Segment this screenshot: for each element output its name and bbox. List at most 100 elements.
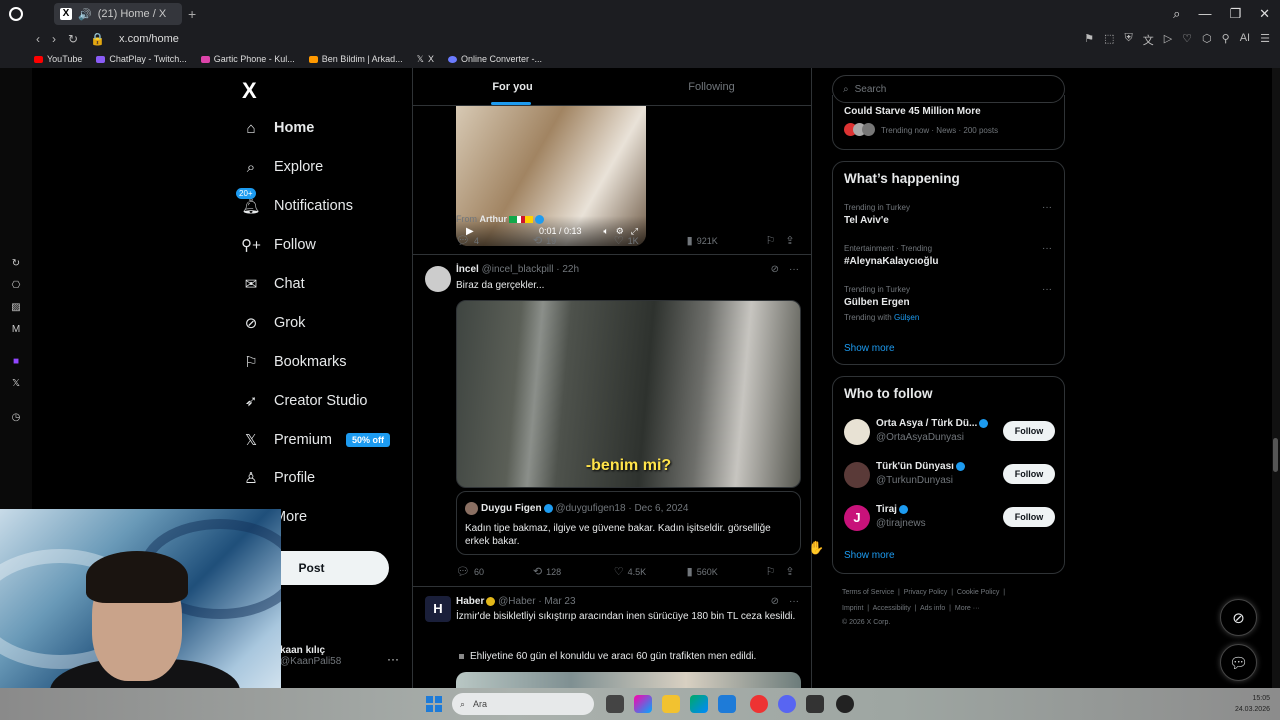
menu-icon[interactable]: ☰ bbox=[1260, 32, 1270, 48]
more-icon[interactable]: ··· bbox=[1042, 202, 1052, 213]
bookmark-online-converter[interactable]: Online Converter -... bbox=[447, 54, 542, 64]
author-name[interactable]: İncel bbox=[456, 264, 479, 275]
messages-fab-button[interactable]: 💬︎ bbox=[1220, 644, 1257, 681]
tab-for-you[interactable]: For you bbox=[413, 68, 612, 105]
taskbar-search-input[interactable]: Ara bbox=[473, 699, 487, 709]
nav-grok[interactable]: ⊘ Grok bbox=[242, 314, 306, 332]
footer-link[interactable]: Cookie Policy bbox=[957, 589, 999, 596]
footer-link[interactable]: Accessibility bbox=[873, 605, 911, 612]
trend-item[interactable]: Gülben Ergen bbox=[844, 297, 910, 308]
app-icon[interactable] bbox=[836, 695, 854, 713]
bookmark-benbildim[interactable]: Ben Bildim | Arkad... bbox=[308, 54, 403, 64]
grok-icon[interactable]: ⊘ bbox=[771, 264, 779, 275]
nav-bookmarks[interactable]: ⚐ Bookmarks bbox=[242, 353, 346, 371]
trend-item[interactable]: #AleynaKalaycıoğlu bbox=[844, 256, 938, 267]
search-input[interactable]: Search bbox=[855, 84, 887, 95]
copilot-icon[interactable] bbox=[634, 695, 652, 713]
bookmark-button[interactable]: ⚐ bbox=[766, 234, 786, 247]
ai-button[interactable]: AI bbox=[1240, 32, 1250, 48]
top-trend-card[interactable]: Could Starve 45 Million More Trending no… bbox=[832, 95, 1065, 150]
x-sidebar-icon[interactable]: 𝕏 bbox=[10, 378, 22, 390]
post-image[interactable] bbox=[456, 672, 801, 688]
bookmark-button[interactable]: ⚐ bbox=[766, 565, 786, 578]
post-video[interactable]: -benim mi? bbox=[456, 300, 801, 488]
follow-account-name[interactable]: Orta Asya / Türk Dü... bbox=[876, 418, 989, 429]
bookmark-youtube[interactable]: YouTube bbox=[34, 54, 82, 64]
task-view-icon[interactable] bbox=[606, 695, 624, 713]
more-icon[interactable]: ··· bbox=[1042, 243, 1052, 254]
search-icon[interactable]: ⌕ bbox=[1173, 6, 1180, 22]
edge-icon[interactable] bbox=[690, 695, 708, 713]
nav-profile[interactable]: ♙ Profile bbox=[242, 469, 315, 487]
grok-icon[interactable]: ⊘ bbox=[771, 596, 779, 607]
nav-follow[interactable]: ⚲+ Follow bbox=[241, 236, 316, 254]
avatar[interactable]: J bbox=[844, 505, 870, 531]
post-time[interactable]: · 22h bbox=[556, 264, 579, 275]
account-icon[interactable]: ⚲ bbox=[1222, 32, 1230, 48]
footer-link[interactable]: Imprint bbox=[842, 605, 863, 612]
more-icon[interactable]: ··· bbox=[789, 264, 799, 275]
bookmark-gartic[interactable]: Gartic Phone - Kul... bbox=[200, 54, 295, 64]
extensions-icon[interactable]: ⬡ bbox=[1202, 32, 1212, 48]
opera-logo-icon[interactable] bbox=[9, 7, 23, 21]
system-tray-clock[interactable]: 15:05 24.03.2026 bbox=[1235, 693, 1270, 715]
grok-fab-button[interactable]: ⊘ bbox=[1220, 599, 1257, 636]
browser-tab-x-home[interactable]: X 🔊 (21) Home / X bbox=[54, 3, 182, 25]
close-icon[interactable]: ✕ bbox=[1259, 6, 1270, 22]
show-more-link[interactable]: Show more bbox=[844, 550, 895, 561]
app-icon[interactable] bbox=[806, 695, 824, 713]
shield-icon[interactable]: ⛨ bbox=[1124, 32, 1132, 48]
heart-icon[interactable]: ♡ bbox=[1182, 32, 1192, 48]
more-icon[interactable]: ··· bbox=[789, 596, 799, 607]
x-logo-icon[interactable]: X bbox=[242, 78, 257, 104]
trend-item[interactable]: Tel Aviv'e bbox=[844, 215, 889, 226]
avatar[interactable] bbox=[425, 266, 451, 292]
new-tab-button[interactable]: + bbox=[188, 6, 196, 22]
bookmark-chatplay[interactable]: ChatPlay - Twitch... bbox=[96, 54, 187, 64]
follow-button[interactable]: Follow bbox=[1003, 421, 1055, 441]
footer-link[interactable]: Terms of Service bbox=[842, 589, 894, 596]
nav-chat[interactable]: ✉ Chat bbox=[242, 275, 305, 293]
follow-account-name[interactable]: Tiraj bbox=[876, 504, 908, 515]
workspace-icon[interactable]: M bbox=[10, 324, 22, 336]
back-icon[interactable]: ‹ bbox=[36, 32, 40, 46]
forward-icon[interactable]: › bbox=[52, 32, 56, 46]
repost-button[interactable]: ⟲ 128 bbox=[533, 565, 614, 578]
aria-icon[interactable]: ⎔ bbox=[10, 280, 22, 292]
taskbar-search[interactable]: ⌕ Ara bbox=[452, 693, 594, 715]
twitch-icon[interactable]: ■ bbox=[10, 356, 22, 368]
follow-button[interactable]: Follow bbox=[1003, 507, 1055, 527]
url-field[interactable]: x.com/home bbox=[119, 33, 179, 45]
translate-icon[interactable]: 文 bbox=[1143, 32, 1154, 48]
nav-premium[interactable]: 𝕏 Premium 50% off bbox=[242, 431, 391, 449]
windows-start-icon[interactable] bbox=[426, 696, 442, 712]
speed-dial-icon[interactable]: ▨ bbox=[10, 302, 22, 314]
show-more-link[interactable]: Show more bbox=[844, 343, 895, 354]
play-icon[interactable]: ▷ bbox=[1164, 32, 1172, 48]
minimize-icon[interactable]: — bbox=[1198, 6, 1211, 22]
post-time[interactable]: · Mar 23 bbox=[538, 596, 575, 607]
follow-button[interactable]: Follow bbox=[1003, 464, 1055, 484]
post-video[interactable]: ▶ 0:01 / 0:13 🔈︎ ⚙ ⤢ bbox=[456, 106, 646, 246]
file-explorer-icon[interactable] bbox=[662, 695, 680, 713]
tab-following[interactable]: Following bbox=[612, 68, 811, 105]
views-button[interactable]: ▮ 921K bbox=[687, 234, 766, 247]
reply-button[interactable]: 💬︎ 4 bbox=[456, 234, 533, 247]
bookmark-x[interactable]: 𝕏X bbox=[417, 54, 434, 65]
nav-home[interactable]: ⌂ Home bbox=[242, 119, 314, 137]
share-button[interactable]: ⇪ bbox=[785, 234, 801, 247]
snapshot-icon[interactable]: ⬚ bbox=[1104, 32, 1114, 48]
restore-icon[interactable]: ❐ bbox=[1229, 6, 1241, 22]
reply-button[interactable]: 💬︎ 60 bbox=[456, 565, 533, 578]
follow-account-name[interactable]: Türk'ün Dünyası bbox=[876, 461, 965, 472]
discord-icon[interactable] bbox=[778, 695, 796, 713]
source-name[interactable]: Arthur bbox=[480, 214, 508, 224]
like-button[interactable]: ♡ 1K bbox=[614, 234, 687, 247]
author-handle[interactable]: @incel_blackpill bbox=[482, 264, 554, 275]
views-button[interactable]: ▮ 560K bbox=[687, 565, 766, 578]
more-icon[interactable]: ··· bbox=[1042, 284, 1052, 295]
reload-icon[interactable]: ↻ bbox=[68, 32, 78, 46]
scrollbar-thumb[interactable] bbox=[1273, 438, 1278, 472]
author-handle[interactable]: @Haber bbox=[498, 596, 535, 607]
page-scrollbar[interactable] bbox=[1272, 68, 1280, 688]
